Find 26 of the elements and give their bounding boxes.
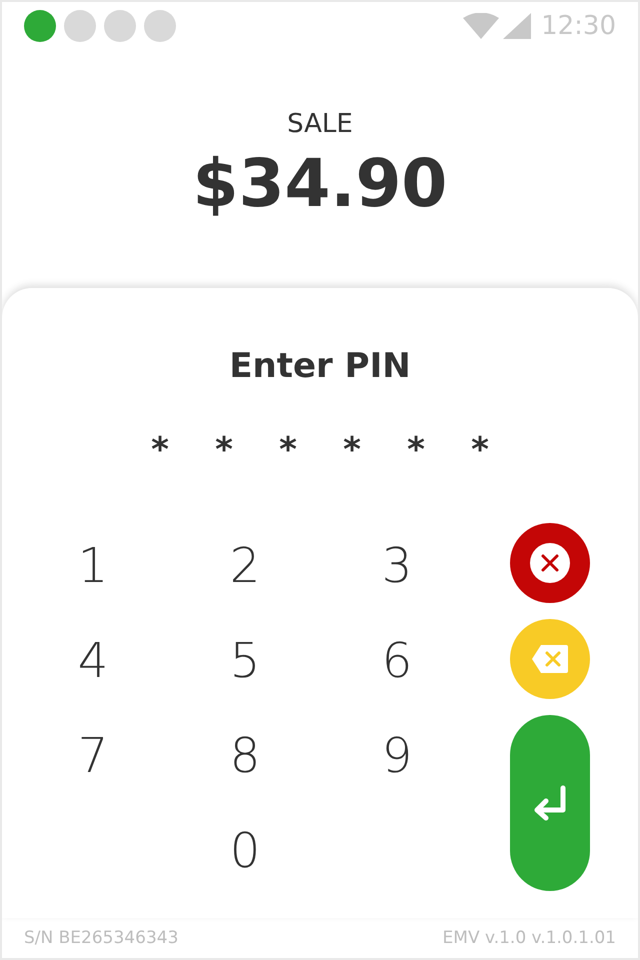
keypad-key[interactable]: 5 [210,620,280,700]
keypad-key[interactable]: 1 [58,526,128,606]
version-info: EMV v.1.0 v.1.0.1.01 [442,928,616,948]
pin-title: Enter PIN [228,345,412,388]
keypad-key[interactable]: 2 [210,526,280,606]
signal-icon [503,13,532,39]
close-icon [530,543,570,583]
pin-mask-character: * [406,429,426,472]
pin-mask-character: * [150,429,170,472]
keypad-key[interactable]: 9 [362,716,432,796]
pin-mask-character: * [470,429,490,472]
keypad-key[interactable]: 6 [362,620,432,700]
enter-icon [533,785,567,821]
pin-mask-character: * [214,429,234,472]
pin-mask-character: * [278,429,298,472]
keypad-key[interactable]: 7 [58,716,128,796]
amount: $34.90 [192,144,448,224]
keypad-key[interactable]: 4 [58,620,128,700]
keypad-key[interactable]: 0 [210,810,280,890]
backspace-icon [532,645,568,673]
wifi-icon [463,13,500,39]
keypad-key[interactable]: 3 [362,526,432,606]
pin-mask-character: * [342,429,362,472]
transaction-type: SALE [287,108,353,141]
keypad-key[interactable]: 8 [210,716,280,796]
serial-number: S/N BE265346343 [24,928,178,948]
